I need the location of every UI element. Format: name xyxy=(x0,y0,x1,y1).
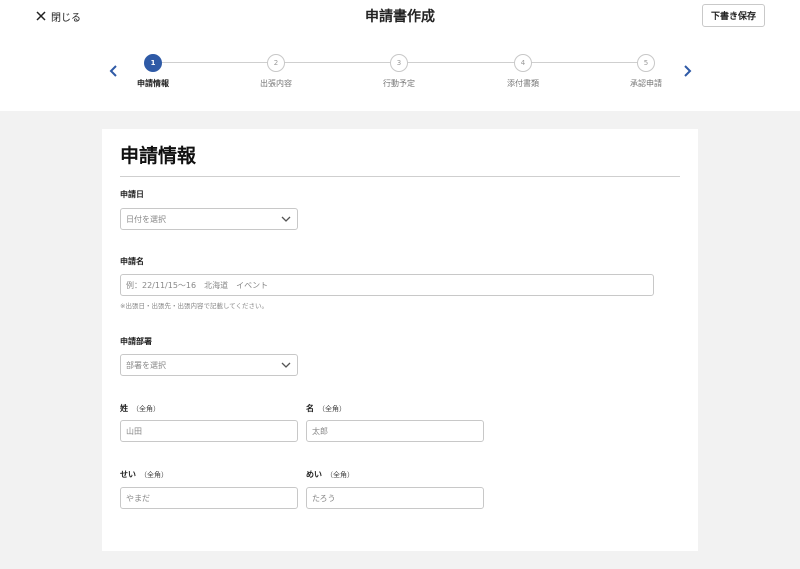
last-kana-input[interactable]: やまだ xyxy=(120,487,298,509)
last-kana-placeholder: やまだ xyxy=(126,493,150,503)
step-number: 3 xyxy=(390,54,408,72)
first-name-label-text: 名 xyxy=(306,404,314,413)
application-name-input[interactable]: 例：22/11/15〜16 北海道 イベント xyxy=(120,274,654,296)
first-name-placeholder: 太郎 xyxy=(312,426,328,436)
date-placeholder: 日付を選択 xyxy=(126,214,166,224)
step-label: 承認申請 xyxy=(630,79,662,88)
first-kana-label-sub: （全角） xyxy=(326,471,354,479)
last-name-label-sub: （全角） xyxy=(132,405,160,413)
chevron-down-icon xyxy=(281,216,291,222)
date-label: 申請日 xyxy=(120,190,144,199)
name-help-text: ※出張日・出張先・出張内容で記載してください。 xyxy=(120,302,269,310)
department-select[interactable]: 部署を選択 xyxy=(120,354,298,376)
step-number: 1 xyxy=(144,54,162,72)
dept-label: 申請部署 xyxy=(120,337,152,346)
last-name-input[interactable]: 山田 xyxy=(120,420,298,442)
header: 閉じる 申請書作成 下書き保存 1 申請情報 2 出張内容 3 行動予定 4 添… xyxy=(0,0,800,111)
last-kana-label-text: せい xyxy=(120,470,136,479)
first-kana-label-text: めい xyxy=(306,470,322,479)
first-name-label: 名 （全角） xyxy=(306,403,346,414)
chevron-down-icon xyxy=(281,362,291,368)
step-5[interactable]: 5 承認申請 xyxy=(596,54,696,89)
step-label: 出張内容 xyxy=(260,79,292,88)
first-kana-placeholder: たろう xyxy=(312,493,336,503)
last-kana-label-sub: （全角） xyxy=(140,471,168,479)
step-2[interactable]: 2 出張内容 xyxy=(226,54,326,89)
date-select[interactable]: 日付を選択 xyxy=(120,208,298,230)
dept-placeholder: 部署を選択 xyxy=(126,360,166,370)
step-label: 申請情報 xyxy=(137,79,169,88)
step-1[interactable]: 1 申請情報 xyxy=(103,54,203,89)
section-title: 申請情報 xyxy=(120,145,197,167)
divider xyxy=(120,176,680,177)
first-name-label-sub: （全角） xyxy=(318,405,346,413)
last-kana-label: せい （全角） xyxy=(120,469,168,480)
first-name-input[interactable]: 太郎 xyxy=(306,420,484,442)
step-label: 行動予定 xyxy=(383,79,415,88)
step-label: 添付書類 xyxy=(507,79,539,88)
last-name-label: 姓 （全角） xyxy=(120,403,160,414)
step-number: 4 xyxy=(514,54,532,72)
last-name-label-text: 姓 xyxy=(120,404,128,413)
form-card: 申請情報 申請日 日付を選択 申請名 例：22/11/15〜16 北海道 イベン… xyxy=(102,129,698,551)
step-4[interactable]: 4 添付書類 xyxy=(473,54,573,89)
last-name-placeholder: 山田 xyxy=(126,426,142,436)
step-number: 2 xyxy=(267,54,285,72)
page-title: 申請書作成 xyxy=(365,9,435,25)
first-kana-input[interactable]: たろう xyxy=(306,487,484,509)
first-kana-label: めい （全角） xyxy=(306,469,354,480)
step-number: 5 xyxy=(637,54,655,72)
save-draft-button[interactable]: 下書き保存 xyxy=(702,4,765,27)
name-placeholder: 例：22/11/15〜16 北海道 イベント xyxy=(126,280,269,290)
step-3[interactable]: 3 行動予定 xyxy=(349,54,449,89)
name-label: 申請名 xyxy=(120,257,144,266)
